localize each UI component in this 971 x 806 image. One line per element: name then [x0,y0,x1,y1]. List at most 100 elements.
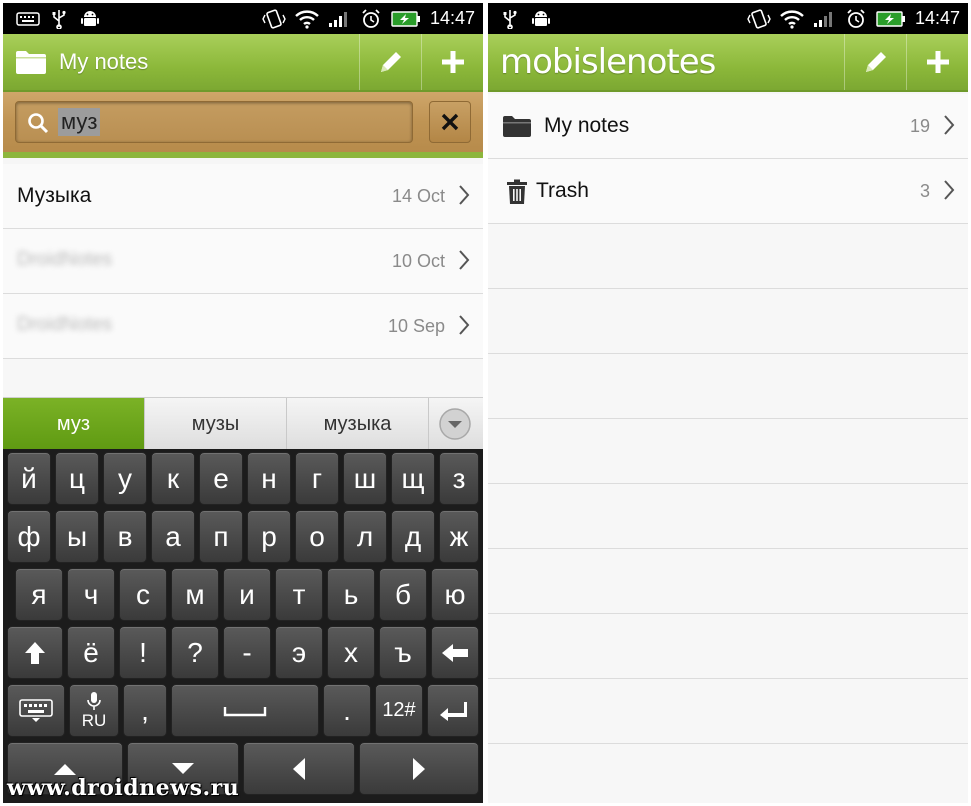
folder-icon [15,49,47,75]
shift-key[interactable] [7,626,63,679]
key[interactable]: р [247,510,291,563]
key[interactable]: т [275,568,323,621]
plus-icon [440,49,466,75]
brand-logo-area: mobislenotes [488,34,716,90]
list-item[interactable]: DroidNotes 10 Sep [3,294,483,359]
more-suggestions-button[interactable] [429,398,481,450]
key[interactable]: а [151,510,195,563]
arrow-down-icon [170,762,196,776]
key[interactable]: ? [171,626,219,679]
add-button[interactable] [421,34,483,90]
note-title: DroidNotes [17,249,113,270]
key[interactable]: щ [391,452,435,505]
key[interactable]: б [379,568,427,621]
folder-count: 3 [919,181,930,201]
empty-list-area [488,224,968,803]
folder-count: 19 [909,116,930,136]
notes-header: My notes [3,34,483,92]
key[interactable]: с [119,568,167,621]
backspace-key[interactable] [431,626,479,679]
key[interactable]: ъ [379,626,427,679]
suggestion-item[interactable]: музы [145,398,287,450]
keyboard-row-5: RU , . 12# [3,681,483,739]
cursor-left-key[interactable] [243,742,355,795]
suggestion-item[interactable]: муз [3,398,145,450]
usb-icon [49,8,69,29]
symbols-key[interactable]: 12# [375,684,423,737]
key[interactable]: э [275,626,323,679]
key[interactable]: е [199,452,243,505]
chevron-right-icon [457,249,471,276]
search-input[interactable]: муз [15,101,413,143]
key[interactable]: ы [55,510,99,563]
app-brand-logo: mobislenotes [500,42,716,82]
note-date: 10 Sep [387,316,445,336]
backspace-icon [440,642,470,664]
android-debug-icon [530,8,552,29]
key[interactable]: ц [55,452,99,505]
new-note-button[interactable] [359,34,421,90]
key[interactable]: ш [343,452,387,505]
list-item[interactable]: DroidNotes 10 Oct [3,229,483,294]
soft-keyboard: й ц у к е н г ш щ з ф ы в а п р о л д ж … [3,449,483,803]
key[interactable]: л [343,510,387,563]
screenshot-root: 14:47 My notes муз Музыка 14 Oct DroidNo… [0,0,971,806]
folder-icon [502,114,532,138]
key[interactable]: ч [67,568,115,621]
keyboard-row-2: ф ы в а п р о л д ж [3,507,483,565]
chevron-right-icon [457,314,471,341]
keyboard-icon [19,698,53,723]
language-mic-key[interactable]: RU [69,684,119,737]
key[interactable]: х [327,626,375,679]
cursor-right-key[interactable] [359,742,479,795]
folder-item-my-notes[interactable]: My notes 19 [488,94,968,159]
app-header: mobislenotes [488,34,968,92]
suggestion-item[interactable]: музыка [287,398,429,450]
new-note-button[interactable] [844,34,906,90]
key[interactable]: з [439,452,479,505]
pencil-icon [377,48,405,76]
key[interactable]: у [103,452,147,505]
pencil-icon [862,48,890,76]
key[interactable]: м [171,568,219,621]
key[interactable]: и [223,568,271,621]
add-button[interactable] [906,34,968,90]
watermark: www.droidnews.ru [7,775,240,801]
space-key[interactable] [171,684,319,737]
chevron-right-icon [942,114,956,141]
key[interactable]: ё [67,626,115,679]
period-key[interactable]: . [323,684,371,737]
key[interactable]: я [15,568,63,621]
key[interactable]: ф [7,510,51,563]
header-title-area[interactable]: My notes [3,34,148,90]
key[interactable]: ! [119,626,167,679]
comma-key[interactable]: , [123,684,167,737]
note-date: 10 Oct [391,251,445,271]
key[interactable]: - [223,626,271,679]
clear-search-button[interactable] [429,101,471,143]
note-title: Музыка [17,184,92,207]
keyboard-row-3: я ч с м и т ь б ю [3,565,483,623]
key[interactable]: н [247,452,291,505]
key[interactable]: й [7,452,51,505]
chevron-down-icon [438,407,472,441]
vibrate-icon [746,8,772,29]
key[interactable]: ю [431,568,479,621]
keyboard-switch-key[interactable] [7,684,65,737]
key[interactable]: о [295,510,339,563]
status-bar: 14:47 [488,3,968,34]
key[interactable]: ж [439,510,479,563]
header-title: My notes [59,49,149,74]
key[interactable]: к [151,452,195,505]
search-icon [26,111,50,140]
key[interactable]: г [295,452,339,505]
enter-key[interactable] [427,684,479,737]
key[interactable]: в [103,510,147,563]
key[interactable]: ь [327,568,375,621]
battery-charging-icon [391,8,421,29]
list-item[interactable]: Музыка 14 Oct [3,164,483,229]
key[interactable]: д [391,510,435,563]
search-bar: муз [3,92,483,158]
key[interactable]: п [199,510,243,563]
folder-item-trash[interactable]: Trash 3 [488,159,968,224]
